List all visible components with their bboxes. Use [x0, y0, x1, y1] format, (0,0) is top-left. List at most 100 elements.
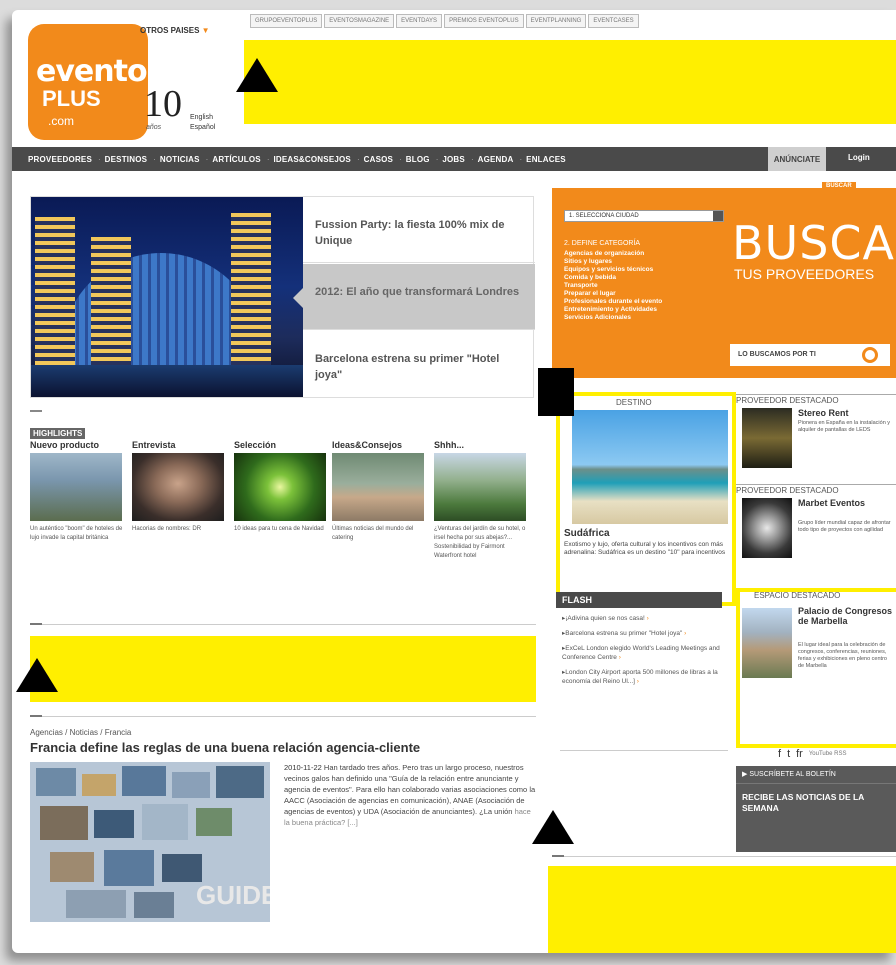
article-date: 2010-11-22	[284, 763, 322, 772]
provider-search-box: 1. SELECCIONA CIUDAD 2. DEFINE CATEGORÍA…	[552, 188, 896, 378]
highlight-title: Ideas&Consejos	[332, 440, 403, 450]
youtube-rss-links[interactable]: YouTube RSS	[809, 751, 847, 757]
category-link[interactable]: Comida y bebida	[564, 274, 662, 282]
provider-name: Palacio de Congresos de Marbella	[798, 606, 893, 626]
logo-word-plus: PLUS	[42, 86, 101, 111]
nav-anunciate[interactable]: ANÚNCIATE	[768, 147, 826, 171]
lang-english-link[interactable]: English	[190, 114, 213, 121]
nav-proveedores[interactable]: PROVEEDORES	[28, 155, 92, 164]
feature-image[interactable]	[31, 197, 303, 397]
web-page: evento PLUS .com 10 años OTROS PAISES ▼ …	[12, 10, 896, 953]
newsletter-header: ▶ SUSCRÍBETE AL BOLETÍN	[736, 766, 896, 784]
article-body: Han tardado tres años. Pero tras un larg…	[284, 763, 536, 816]
eventoplus-logo[interactable]: evento PLUS .com	[28, 24, 148, 140]
nav-casos[interactable]: CASOS	[364, 155, 393, 164]
otros-paises-label: OTROS PAISES	[140, 26, 200, 35]
tab-eventcases[interactable]: EVENTCASES	[588, 14, 639, 28]
breadcrumb[interactable]: Agencias / Noticias / Francia	[30, 728, 131, 737]
highlight-item[interactable]: Entrevista Hacorias de nombres: DR	[132, 440, 230, 534]
provider-name: Marbet Eventos	[798, 498, 866, 508]
category-link[interactable]: Transporte	[564, 282, 662, 290]
highlight-title: Nuevo producto	[30, 440, 99, 450]
tab-eventplanning[interactable]: EVENTPLANNING	[525, 14, 587, 28]
flash-item[interactable]: London City Airport aporta 500 millones …	[562, 668, 722, 686]
category-link[interactable]: Equipos y servicios técnicos	[564, 266, 662, 274]
nav-noticias[interactable]: NOTICIAS	[160, 155, 200, 164]
category-link[interactable]: Agencias de organización	[564, 250, 662, 258]
tab-grupo[interactable]: GRUPOEVENTOPLUS	[250, 14, 323, 28]
article-image-word: GUIDE	[196, 880, 270, 910]
tab-premios[interactable]: PREMIOS EVENTOPLUS	[444, 14, 524, 28]
highlight-image	[30, 453, 122, 521]
category-link[interactable]: Profesionales durante el evento	[564, 298, 662, 306]
nav-destinos[interactable]: DESTINOS	[105, 155, 148, 164]
article-image[interactable]: GUIDE	[30, 762, 270, 922]
nav-jobs[interactable]: JOBS	[442, 155, 465, 164]
newsletter-body: RECIBE LAS NOTICIAS DE LA SEMANA	[742, 792, 864, 813]
highlight-item[interactable]: Selección 10 ideas para tu cena de Navid…	[234, 440, 332, 534]
provider-card[interactable]: PROVEEDOR DESTACADO Stereo Rent Pionera …	[736, 394, 896, 484]
tuenti-icon[interactable]: t	[787, 748, 790, 760]
destino-card[interactable]: DESTINO Sudáfrica Exotismo y lujo, ofert…	[556, 392, 736, 606]
facebook-icon[interactable]: f	[778, 748, 781, 760]
flash-list: ¡Adivina quien se nos casa! › Barcelona …	[562, 614, 722, 692]
article-summary: 2010-11-22 Han tardado tres años. Pero t…	[284, 762, 538, 828]
anniversary-number: 10	[144, 83, 182, 125]
provider-card[interactable]: ESPACIO DESTACADO Palacio de Congresos d…	[736, 590, 896, 740]
destino-text: Exotismo y lujo, oferta cultural y los i…	[564, 541, 726, 556]
nav-ideas[interactable]: IDEAS&CONSEJOS	[273, 155, 350, 164]
category-link[interactable]: Servicios Adicionales	[564, 314, 662, 322]
flash-item[interactable]: ¡Adivina quien se nos casa! ›	[562, 614, 722, 623]
destino-image	[572, 410, 728, 524]
feature-story-2[interactable]: 2012: El año que transformará Londres	[293, 264, 535, 330]
highlight-item[interactable]: Shhh... ¿Venturas del jardín de su hotel…	[434, 440, 532, 561]
friendfeed-icon[interactable]: fr	[796, 748, 803, 760]
highlight-text: 10 ideas para tu cena de Navidad	[234, 526, 324, 532]
highlight-item[interactable]: Ideas&Consejos Últimas noticias del mund…	[332, 440, 430, 543]
busca-heading: BUSCA	[732, 216, 896, 270]
provider-card[interactable]: PROVEEDOR DESTACADO Marbet Eventos Grupo…	[736, 484, 896, 584]
feature-story-3[interactable]: Barcelona estrena su primer "Hotel joya"	[303, 331, 535, 397]
flash-item[interactable]: Barcelona estrena su primer "Hotel joya"…	[562, 629, 722, 638]
newsletter-box[interactable]: ▶ SUSCRÍBETE AL BOLETÍN RECIBE LAS NOTIC…	[736, 766, 896, 852]
highlight-title: Entrevista	[132, 440, 176, 450]
main-nav: PROVEEDORES · DESTINOS · NOTICIAS · ARTÍCUL…	[12, 147, 896, 171]
flash-item[interactable]: ExCeL London elegido World's Leading Mee…	[562, 644, 722, 662]
nav-agenda[interactable]: AGENDA	[478, 155, 514, 164]
circle-arrow-icon	[862, 347, 878, 363]
city-select[interactable]: 1. SELECCIONA CIUDAD	[564, 210, 724, 222]
feature-story-1[interactable]: Fussion Party: la fiesta 100% mix de Uni…	[303, 197, 535, 263]
provider-text: El lugar ideal para la celebración de co…	[798, 642, 887, 669]
banner-right-placeholder[interactable]	[548, 866, 896, 953]
social-links: f t fr YouTube RSS	[778, 748, 846, 760]
category-link[interactable]: Entretenimiento y Actividades	[564, 306, 662, 314]
nav-articulos[interactable]: ARTÍCULOS	[212, 155, 260, 164]
nav-login[interactable]: Login	[848, 153, 870, 162]
otros-paises-link[interactable]: OTROS PAISES ▼	[140, 26, 210, 35]
highlight-title: Selección	[234, 440, 277, 450]
category-link[interactable]: Preparar el lugar	[564, 290, 662, 298]
article-title[interactable]: Francia define las reglas de una buena r…	[30, 740, 420, 755]
tab-magazine[interactable]: EVENTOSMAGAZINE	[324, 14, 395, 28]
logo-word-evento: evento	[36, 54, 148, 89]
highlight-item[interactable]: Nuevo producto Un auténtico "boom" de ho…	[30, 440, 128, 543]
provider-header: PROVEEDOR DESTACADO	[736, 484, 896, 496]
highlight-image	[332, 453, 424, 521]
category-link[interactable]: Sitios y lugares	[564, 258, 662, 266]
banner-mid-placeholder[interactable]	[30, 636, 536, 702]
feature-slider: Fussion Party: la fiesta 100% mix de Uni…	[30, 196, 535, 398]
highlight-text: Un auténtico "boom" de hoteles de lujo i…	[30, 526, 123, 541]
lang-espanol-link[interactable]: Español	[190, 124, 215, 131]
highlight-text: Hacorias de nombres: DR	[132, 526, 202, 532]
banner-top-placeholder[interactable]	[244, 40, 896, 124]
highlight-text: Últimas noticias del mundo del catering	[332, 526, 414, 541]
city-select-label: 1. SELECCIONA CIUDAD	[569, 213, 639, 219]
provider-name: Stereo Rent	[798, 408, 849, 418]
nav-blog[interactable]: BLOG	[406, 155, 430, 164]
lo-buscamos-button[interactable]: LO BUSCAMOS POR TI	[730, 344, 890, 366]
destino-name: Sudáfrica	[564, 528, 610, 539]
top-tabs: GRUPOEVENTOPLUS EVENTOSMAGAZINE EVENTDAY…	[250, 14, 639, 28]
anniversary-label: años	[146, 124, 162, 131]
nav-enlaces[interactable]: ENLACES	[526, 155, 566, 164]
tab-eventdays[interactable]: EVENTDAYS	[396, 14, 443, 28]
